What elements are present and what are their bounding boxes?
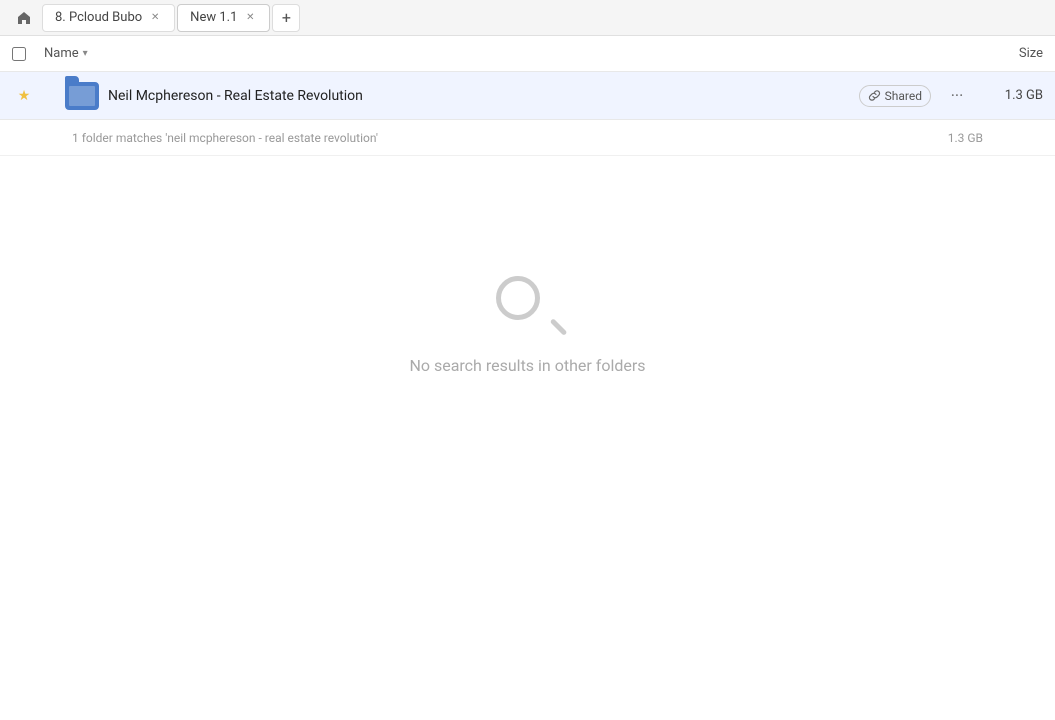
more-icon: ··· [951, 86, 964, 105]
size-label: Size [1019, 46, 1043, 61]
name-label: Name [44, 46, 79, 61]
link-icon [868, 89, 881, 102]
folder-inner [69, 86, 95, 106]
file-size: 1.3 GB [983, 88, 1043, 103]
tab-pcloud-bubo[interactable]: 8. Pcloud Bubo ✕ [42, 4, 175, 32]
file-row[interactable]: ★ Neil Mcphereson - Real Estate Revoluti… [0, 72, 1055, 120]
shared-badge[interactable]: Shared [859, 85, 931, 107]
add-icon: + [282, 8, 291, 27]
size-column-header[interactable]: Size [963, 46, 1043, 61]
sort-chevron-icon: ▾ [83, 48, 88, 59]
empty-state-message: No search results in other folders [409, 356, 645, 375]
select-all-checkbox-col [12, 47, 44, 61]
match-text: 1 folder matches 'neil mcphereson - real… [72, 131, 923, 145]
search-circle [496, 276, 540, 320]
no-results-search-icon [496, 276, 560, 340]
tab-label: New 1.1 [190, 10, 237, 25]
add-tab-button[interactable]: + [272, 4, 300, 32]
tab-close-icon[interactable]: ✕ [243, 11, 257, 25]
folder-icon [65, 82, 99, 110]
match-size: 1.3 GB [923, 131, 983, 145]
match-row: 1 folder matches 'neil mcphereson - real… [0, 120, 1055, 156]
file-name: Neil Mcphereson - Real Estate Revolution [108, 88, 859, 104]
more-options-button[interactable]: ··· [943, 82, 971, 110]
search-handle [549, 318, 567, 336]
home-tab[interactable] [8, 4, 40, 32]
tab-close-icon[interactable]: ✕ [148, 11, 162, 25]
column-header: Name ▾ Size [0, 36, 1055, 72]
tab-label: 8. Pcloud Bubo [55, 10, 142, 25]
tab-bar: 8. Pcloud Bubo ✕ New 1.1 ✕ + [0, 0, 1055, 36]
folder-icon-container [64, 78, 100, 114]
name-column-header[interactable]: Name ▾ [44, 46, 963, 61]
shared-label: Shared [885, 89, 922, 103]
select-all-checkbox[interactable] [12, 47, 26, 61]
tab-new-1-1[interactable]: New 1.1 ✕ [177, 4, 270, 32]
empty-state: No search results in other folders [0, 156, 1055, 375]
star-icon[interactable]: ★ [18, 88, 31, 104]
star-col: ★ [12, 88, 36, 104]
